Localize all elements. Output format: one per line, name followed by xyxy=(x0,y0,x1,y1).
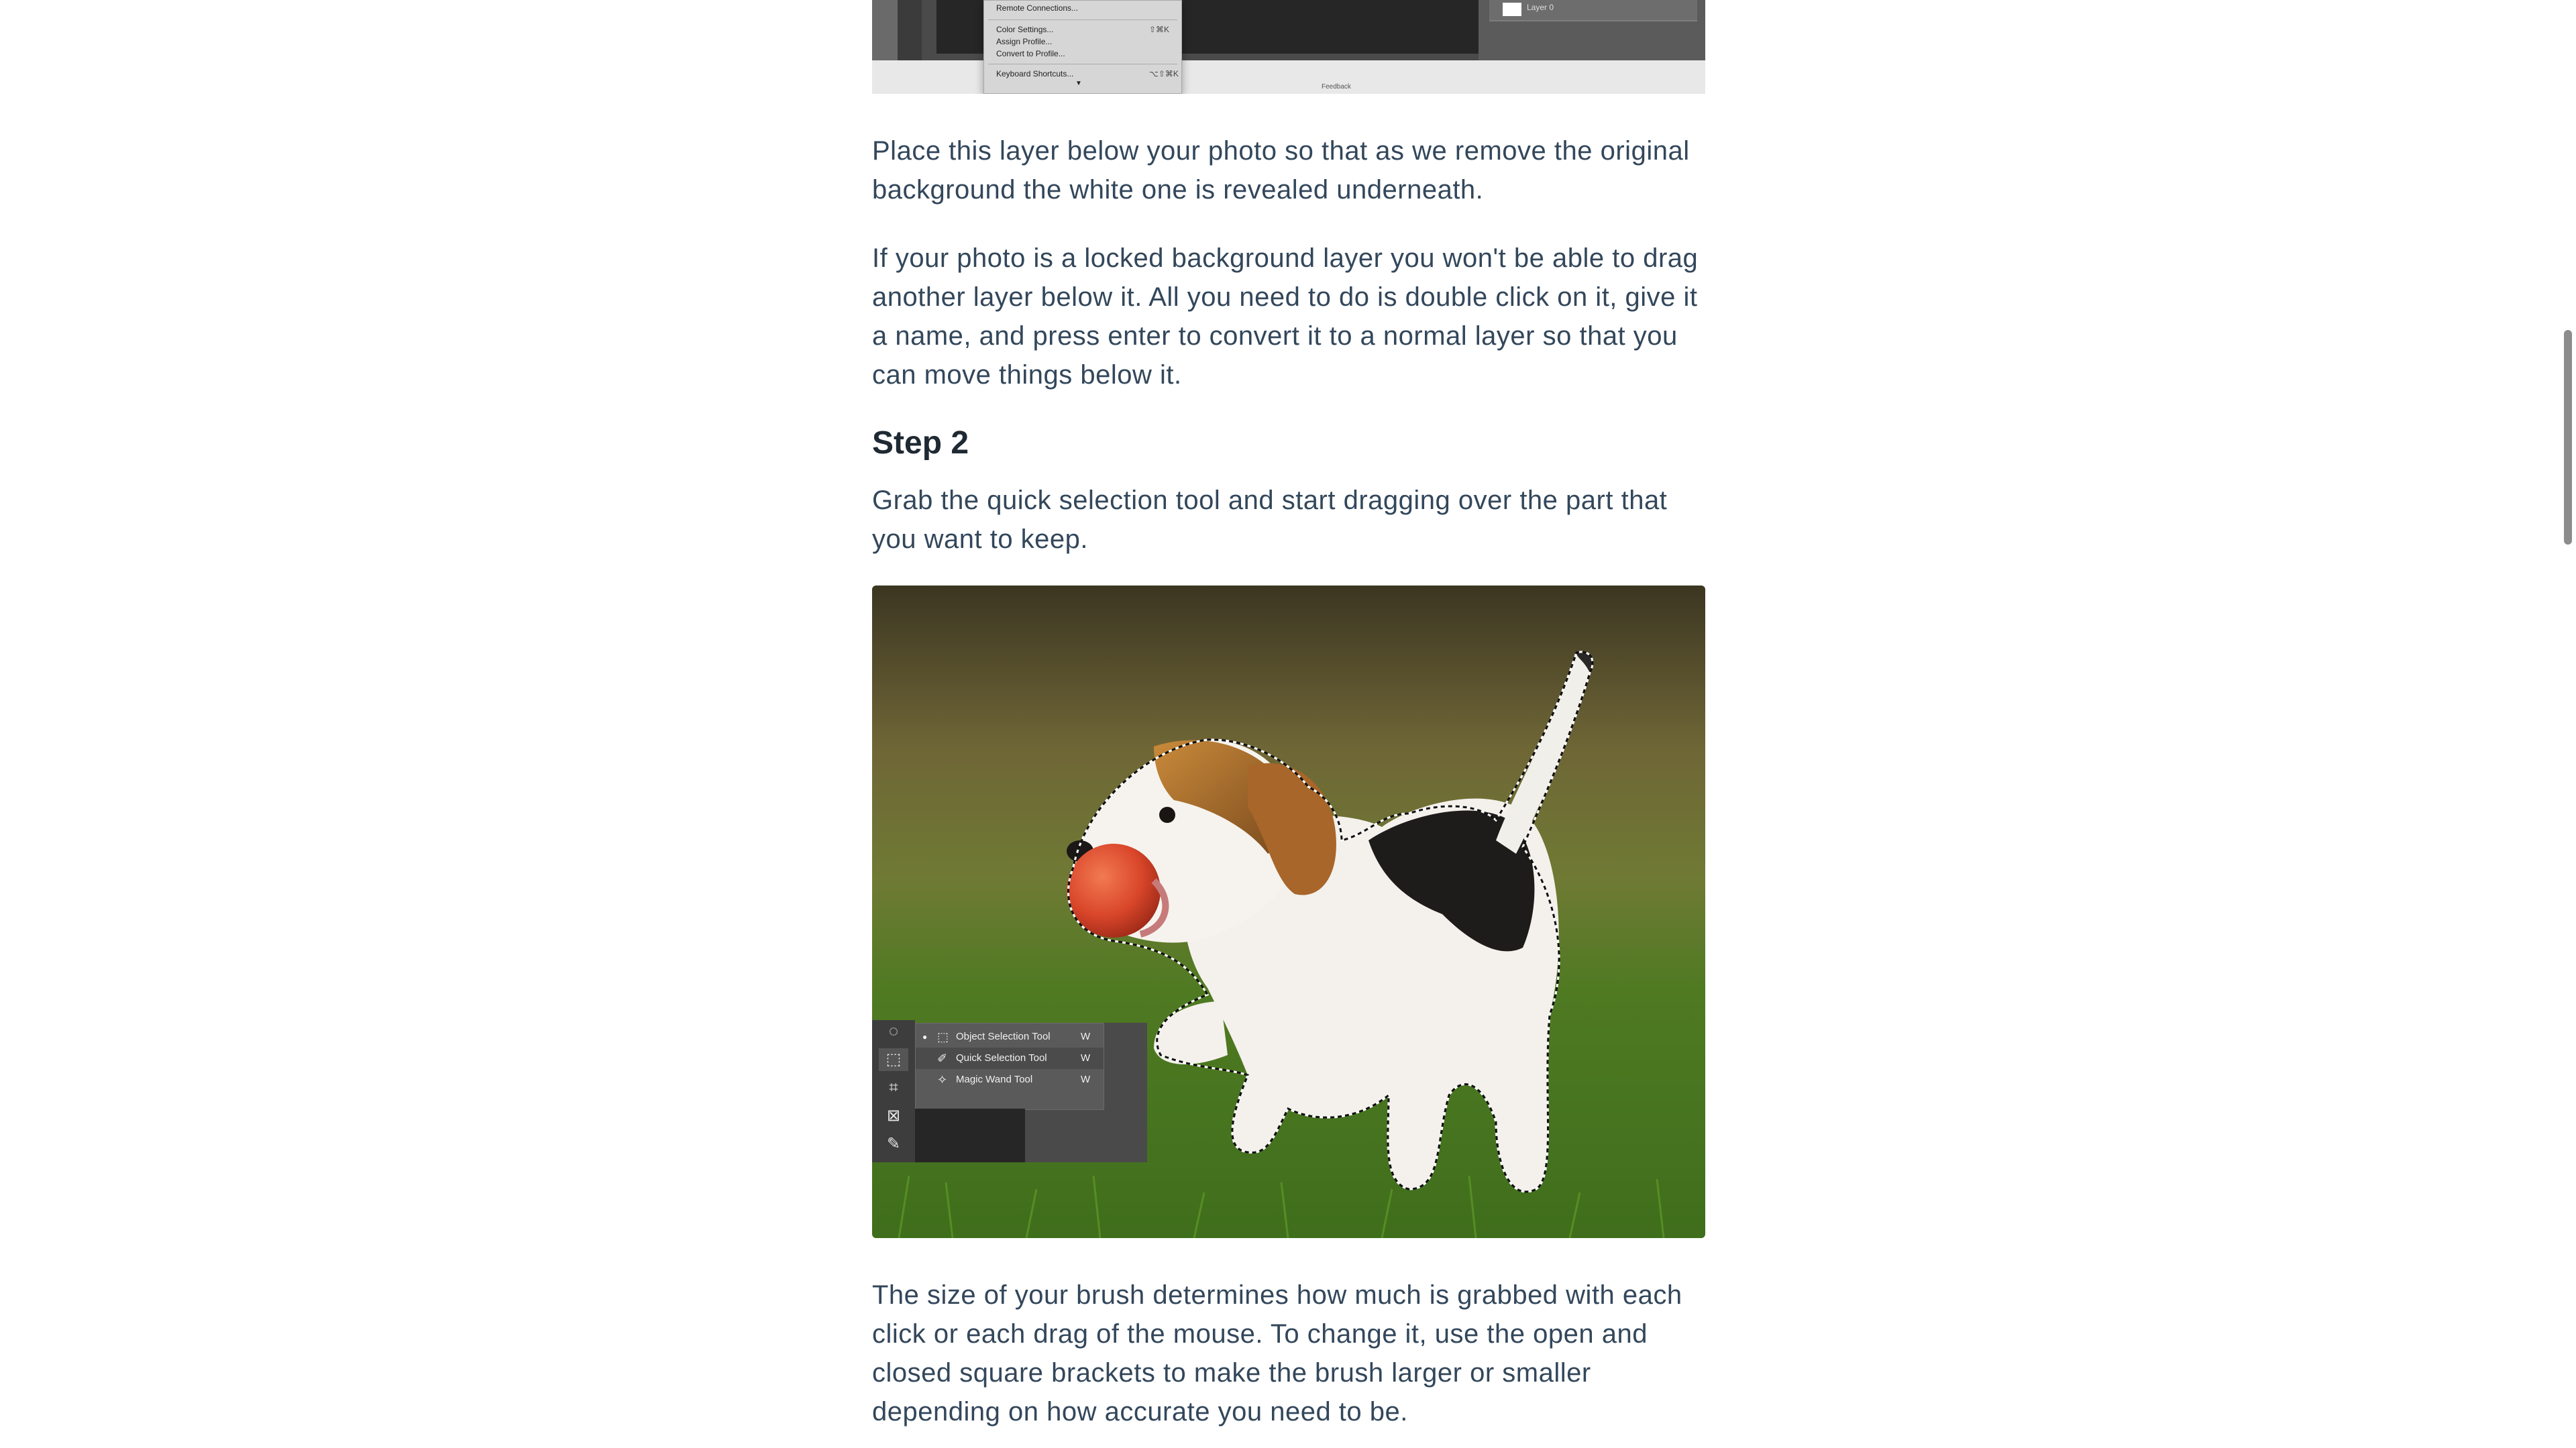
menu-item: Remote Connections... xyxy=(996,3,1078,13)
menu-item-label: Convert to Profile... xyxy=(996,49,1065,58)
paragraph-locked-background: If your photo is a locked background lay… xyxy=(872,243,1699,390)
tool-item-shortcut: W xyxy=(1081,1052,1091,1064)
selection-tool-flyout: ◌ ⬚ ⌗ ⊠ ✎ ● ⬚ Object Selection Tool W ✐ xyxy=(872,1020,1147,1162)
menu-item: Keyboard Shortcuts... ⌥⇧⌘K xyxy=(996,69,1179,78)
layer-name: Layer 0 xyxy=(1527,3,1554,12)
tool-item-label: Quick Selection Tool xyxy=(956,1052,1047,1064)
menu-scroll-down-icon: ▼ xyxy=(1075,80,1082,87)
paragraph-layer-placement: Place this layer below your photo so tha… xyxy=(872,136,1690,205)
tool-item-object-selection: ● ⬚ Object Selection Tool W xyxy=(916,1026,1104,1048)
object-selection-icon: ⬚ xyxy=(937,1030,949,1044)
feedback-label: Feedback xyxy=(1322,83,1351,91)
tool-menu: ● ⬚ Object Selection Tool W ✐ Quick Sele… xyxy=(915,1023,1104,1110)
active-bullet-icon: ● xyxy=(922,1032,928,1042)
lasso-icon: ◌ xyxy=(888,1022,899,1040)
menu-separator xyxy=(988,19,1177,20)
frame-icon: ⊠ xyxy=(886,1107,901,1125)
beagle-photo: ◌ ⬚ ⌗ ⊠ ✎ ● ⬚ Object Selection Tool W ✐ xyxy=(872,586,1705,1238)
magic-wand-icon: ✧ xyxy=(937,1073,948,1087)
canvas-area xyxy=(915,1109,1025,1162)
menu-item-label: Keyboard Shortcuts... xyxy=(996,69,1074,78)
tool-item-shortcut: W xyxy=(1081,1074,1091,1085)
menu-item-shortcut: ⌥⇧⌘K xyxy=(1149,69,1179,78)
layer-thumbnail xyxy=(1503,3,1521,16)
menu-item: Color Settings... ⇧⌘K xyxy=(996,25,1169,34)
menu-item-label: Remote Connections... xyxy=(996,3,1079,13)
edit-menu: Remote Connections... Color Settings... … xyxy=(983,0,1182,94)
step-heading: Step 2 xyxy=(872,425,969,461)
paragraph-quick-selection: Grab the quick selection tool and start … xyxy=(872,486,1668,554)
photoshop-screenshot-top: Layer 0 Feedback Remote Connections... C… xyxy=(872,0,1705,94)
page-scrollbar[interactable] xyxy=(2561,0,2576,1448)
object-selection-icon: ⬚ xyxy=(879,1048,908,1071)
paragraph-brush-size: The size of your brush determines how mu… xyxy=(872,1280,1682,1427)
tool-strip: ◌ ⬚ ⌗ ⊠ ✎ xyxy=(872,1020,915,1162)
crop-icon: ⌗ xyxy=(889,1078,898,1097)
tool-item-shortcut: W xyxy=(1081,1031,1091,1042)
tool-flyout-panel: ● ⬚ Object Selection Tool W ✐ Quick Sele… xyxy=(915,1023,1147,1162)
menu-item: Convert to Profile... xyxy=(996,49,1065,58)
tool-item-label: Object Selection Tool xyxy=(956,1031,1051,1042)
tool-item-quick-selection: ✐ Quick Selection Tool W xyxy=(916,1048,1104,1069)
tool-item-magic-wand: ✧ Magic Wand Tool W xyxy=(916,1069,1104,1091)
menu-item: Assign Profile... xyxy=(996,37,1052,46)
eyedropper-icon: ✎ xyxy=(886,1135,901,1153)
menu-item-shortcut: ⇧⌘K xyxy=(1149,25,1170,34)
scrollbar-thumb[interactable] xyxy=(2564,330,2572,545)
tool-item-label: Magic Wand Tool xyxy=(956,1074,1033,1085)
quick-selection-icon: ✐ xyxy=(937,1052,948,1065)
menu-item-label: Color Settings... xyxy=(996,25,1054,34)
tool-strip xyxy=(898,0,922,60)
menu-item-label: Assign Profile... xyxy=(996,37,1053,46)
